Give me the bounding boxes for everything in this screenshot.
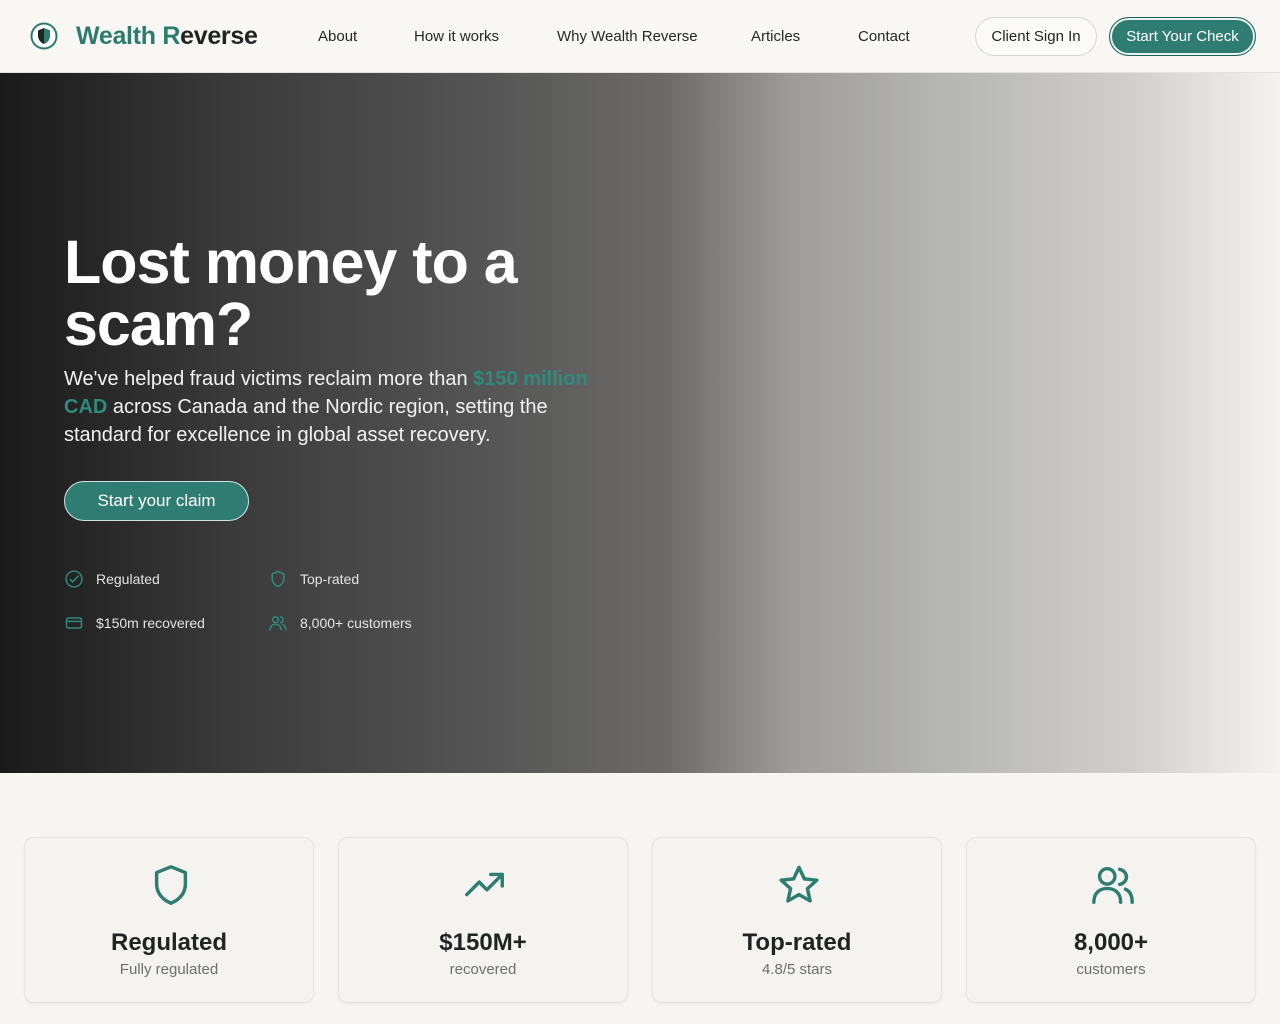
stat-subtitle: 4.8/5 stars — [761, 961, 833, 978]
brand-name-part: everse — [180, 22, 258, 50]
hero-title: Lost money to a scam? — [64, 228, 518, 358]
hero-subtitle-text: across Canada and the Nordic region, set… — [64, 396, 548, 446]
nav-link-how-it-works[interactable]: How it works — [414, 27, 499, 47]
start-claim-button[interactable]: Start your claim — [64, 481, 249, 521]
site-header: Wealth Reverse About How it works Why We… — [0, 0, 1280, 73]
stat-subtitle: Fully regulated — [119, 961, 219, 978]
feature-label: Top-rated — [300, 571, 360, 587]
client-sign-in-button[interactable]: Client Sign In — [975, 17, 1097, 56]
stat-card-regulated: Regulated Fully regulated — [24, 837, 314, 1003]
logo[interactable]: Wealth Reverse — [30, 21, 258, 51]
nav-link-about[interactable]: About — [318, 27, 357, 47]
stat-title: 8,000+ — [1073, 929, 1149, 956]
credit-card-icon — [65, 617, 83, 629]
stat-title: $150M+ — [439, 929, 527, 956]
brand-name-part: Wealth — [76, 22, 163, 50]
hero-subtitle: We've helped fraud victims reclaim more … — [64, 365, 624, 449]
stat-title: Top-rated — [742, 929, 852, 956]
shield-logo-icon — [30, 22, 58, 50]
stat-subtitle: customers — [1076, 961, 1146, 978]
start-your-check-button[interactable]: Start Your Check — [1109, 17, 1256, 56]
feature-regulated: Regulated — [64, 569, 160, 589]
trending-up-icon — [465, 872, 504, 897]
shield-icon — [271, 570, 285, 588]
nav-link-articles[interactable]: Articles — [751, 27, 800, 47]
feature-customers: 8,000+ customers — [268, 613, 412, 633]
feature-label: Regulated — [96, 571, 160, 587]
stat-card-top-rated: Top-rated 4.8/5 stars — [652, 837, 942, 1003]
check-circle-icon — [65, 570, 83, 588]
stat-title: Regulated — [110, 929, 227, 956]
feature-recovered: $150m recovered — [64, 613, 205, 633]
brand-name-part: R — [162, 22, 181, 50]
hero-subtitle-text: We've helped fraud victims reclaim more … — [64, 368, 474, 390]
stat-card-customers: 8,000+ customers — [966, 837, 1256, 1003]
feature-top-rated: Top-rated — [268, 569, 359, 589]
users-icon — [269, 616, 287, 631]
hero-section: Lost money to a scam? We've helped fraud… — [0, 73, 1280, 773]
star-icon — [779, 865, 819, 903]
nav-link-why-wealth-reverse[interactable]: Why Wealth Reverse — [557, 27, 698, 47]
stat-subtitle: recovered — [449, 961, 517, 978]
users-icon — [1092, 866, 1134, 904]
stat-card-recovered: $150M+ recovered — [338, 837, 628, 1003]
nav-link-contact[interactable]: Contact — [858, 27, 910, 47]
brand-name: Wealth Reverse — [76, 21, 258, 51]
feature-label: $150m recovered — [96, 615, 205, 631]
shield-icon — [154, 865, 188, 905]
feature-label: 8,000+ customers — [300, 615, 412, 631]
